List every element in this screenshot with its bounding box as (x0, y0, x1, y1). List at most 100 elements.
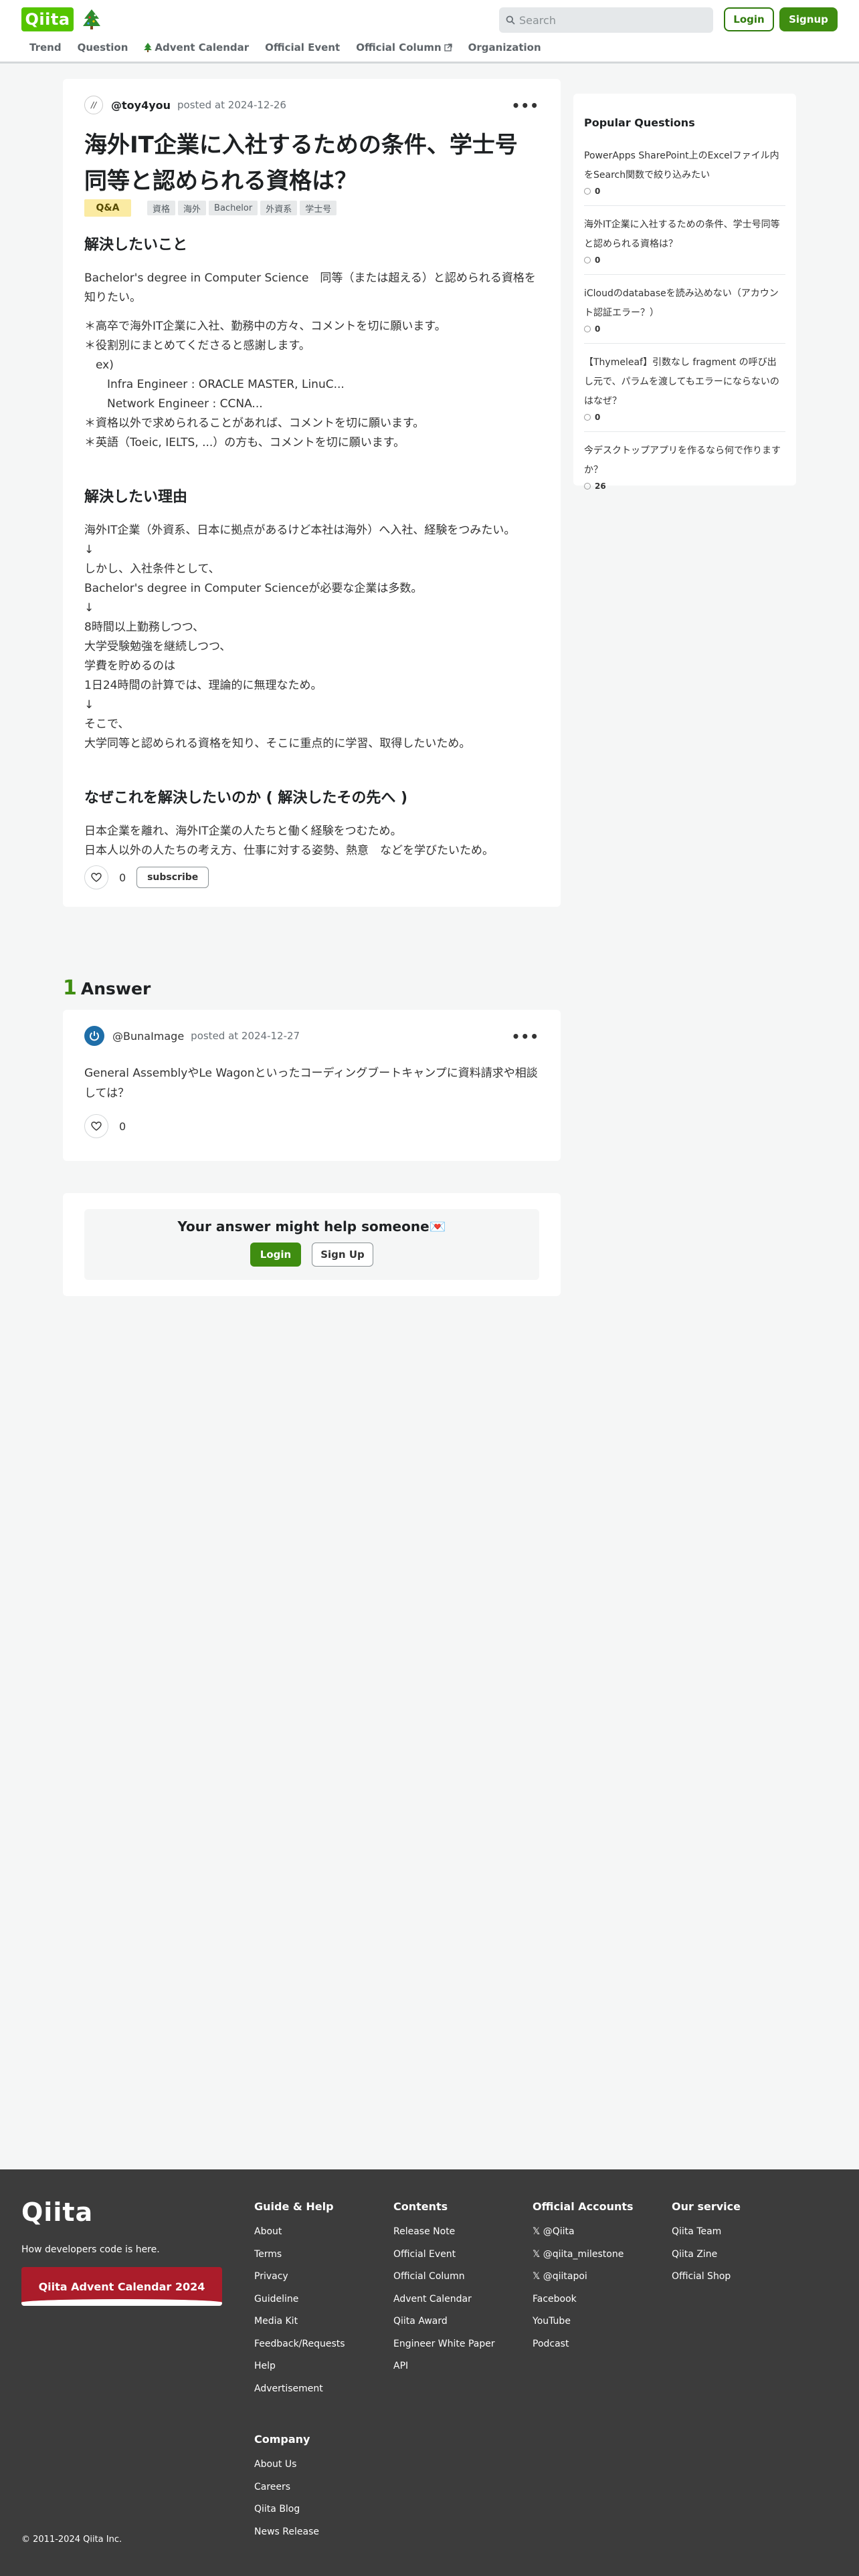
login-button[interactable]: Login (250, 1243, 301, 1267)
answer-count: 1 (63, 976, 77, 1000)
footer-link-x[interactable]: 𝕏 @Qiita (533, 2221, 634, 2244)
body-line: ↓ (84, 601, 94, 615)
footer-link[interactable]: Advent Calendar (393, 2288, 495, 2311)
author-name[interactable]: @BunaImage (112, 1030, 184, 1043)
avatar[interactable]: // (84, 96, 103, 114)
popular-question-item[interactable]: iCloudのdatabaseを読み込めない（アカウント認証エラー？） 0 (584, 275, 785, 344)
subscribe-button[interactable]: subscribe (136, 867, 209, 888)
footer-link[interactable]: API (393, 2355, 495, 2378)
qiita-logo[interactable]: Qiita (21, 7, 74, 31)
popular-question-item[interactable]: 今デスクトップアプリを作るなら何で作りますか？ 26 (584, 432, 785, 500)
footer-link[interactable]: Podcast (533, 2333, 634, 2356)
popular-question-item[interactable]: 海外IT企業に入社するための条件、学士号同等と認められる資格は？ 0 (584, 206, 785, 275)
footer-link[interactable]: Media Kit (254, 2311, 345, 2333)
power-icon (90, 1031, 99, 1041)
search-bar[interactable] (499, 7, 713, 33)
copyright: © 2011-2024 Qiita Inc. (21, 2535, 122, 2545)
footer-link[interactable]: Advertisement (254, 2378, 345, 2401)
answers-heading: 1 Answer (63, 976, 151, 1000)
footer-link[interactable]: Official Column (393, 2266, 495, 2288)
tag[interactable]: 資格 (147, 201, 176, 215)
footer-link[interactable]: Qiita Zine (672, 2244, 741, 2266)
paragraph: Bachelor's degree in Computer Science 同等… (84, 269, 539, 308)
popular-question-item[interactable]: PowerApps SharePoint上のExcelファイル内をSearch関… (584, 137, 785, 206)
footer-column-title: Guide & Help (254, 2200, 334, 2213)
footer-link[interactable]: Official Event (393, 2244, 495, 2266)
footer-link[interactable]: Facebook (533, 2288, 634, 2311)
search-input[interactable] (519, 13, 700, 27)
footer-link[interactable]: Help (254, 2355, 345, 2378)
popular-question-title[interactable]: iCloudのdatabaseを読み込めない（アカウント認証エラー？） (584, 284, 785, 323)
nav-organization-label: Organization (468, 41, 541, 53)
popular-question-title[interactable]: 海外IT企業に入社するための条件、学士号同等と認められる資格は？ (584, 215, 785, 254)
more-options-icon[interactable]: ••• (512, 1029, 539, 1045)
footer-link[interactable]: Privacy (254, 2266, 345, 2288)
footer-link[interactable]: Release Note (393, 2221, 495, 2244)
footer-link[interactable]: Guideline (254, 2288, 345, 2311)
footer-link[interactable]: Qiita Award (393, 2311, 495, 2333)
answer-cta-card: Your answer might help someone💌 Login Si… (63, 1193, 561, 1296)
footer-column-title: Company (254, 2433, 310, 2446)
like-button[interactable] (84, 1114, 108, 1138)
x-icon: 𝕏 (533, 2248, 543, 2260)
footer-link[interactable]: YouTube (533, 2311, 634, 2333)
more-options-icon[interactable]: ••• (512, 98, 539, 114)
footer-link[interactable]: Engineer White Paper (393, 2333, 495, 2356)
nav-advent-calendar[interactable]: Advent Calendar (144, 41, 249, 53)
footer-logo[interactable]: Qiita (21, 2197, 93, 2227)
footer-link-label: @qiita_milestone (543, 2248, 624, 2260)
tag[interactable]: 外資系 (260, 201, 298, 215)
body-line: 大学同等と認められる資格を知り、そこに重点的に学習、取得したいため。 (84, 737, 471, 750)
answer-body: General AssemblyやLe Wagonといったコーディングブートキャ… (84, 1067, 538, 1100)
nav-official-column[interactable]: Official Column (356, 41, 452, 53)
body-line: Bachelor's degree in Computer Scienceが必要… (84, 582, 423, 595)
footer-link[interactable]: About (254, 2221, 345, 2244)
nav-official-column-label: Official Column (356, 41, 442, 53)
footer-link-x[interactable]: 𝕏 @qiitapoi (533, 2266, 634, 2288)
footer-column-contents: Contents Release Note Official Event Off… (393, 2200, 495, 2378)
comment-icon (584, 483, 591, 490)
banner-text: Qiita Advent Calendar 2024 (38, 2280, 205, 2293)
christmas-tree-icon[interactable] (82, 8, 102, 31)
signup-button[interactable]: Signup (779, 7, 838, 31)
answer-author-row: @BunaImage posted at 2024-12-27 ••• (84, 1026, 539, 1046)
footer-link[interactable]: About Us (254, 2454, 319, 2476)
body-line: Infra Engineer : ORACLE MASTER, LinuC... (84, 378, 345, 391)
external-link-icon (444, 43, 452, 51)
like-button[interactable] (84, 865, 108, 889)
footer-link-label: @Qiita (543, 2226, 575, 2237)
nav-trend[interactable]: Trend (29, 41, 62, 53)
avatar[interactable] (84, 1026, 104, 1046)
popular-question-title[interactable]: PowerApps SharePoint上のExcelファイル内をSearch関… (584, 146, 785, 185)
comment-icon (584, 257, 591, 263)
nav-organization[interactable]: Organization (468, 41, 541, 53)
tag[interactable]: 学士号 (300, 201, 337, 215)
login-button[interactable]: Login (724, 7, 774, 31)
footer-link[interactable]: Feedback/Requests (254, 2333, 345, 2356)
footer-link[interactable]: Official Shop (672, 2266, 741, 2288)
footer-link[interactable]: Terms (254, 2244, 345, 2266)
tag[interactable]: Bachelor (209, 201, 258, 215)
tag[interactable]: 海外 (178, 201, 207, 215)
body-line: 日本人以外の人たちの考え方、仕事に対する姿勢、熱意 などを学びたいため。 (84, 844, 494, 857)
body-line: 8時間以上勤務しつつ、 (84, 621, 205, 634)
footer-link-x[interactable]: 𝕏 @qiita_milestone (533, 2244, 634, 2266)
footer-link[interactable]: Careers (254, 2476, 319, 2499)
popular-question-item[interactable]: 【Thymeleaf】引数なし fragment の呼び出し元で、パラムを渡して… (584, 344, 785, 432)
advent-calendar-banner[interactable]: Qiita Advent Calendar 2024 (21, 2267, 222, 2306)
footer-link[interactable]: News Release (254, 2521, 319, 2544)
signup-button[interactable]: Sign Up (312, 1243, 373, 1267)
footer-link[interactable]: Qiita Team (672, 2221, 741, 2244)
answer-reactions: 0 (84, 1114, 126, 1138)
body-line: 学費を貯めるのは (84, 659, 175, 673)
popular-question-title[interactable]: 【Thymeleaf】引数なし fragment の呼び出し元で、パラムを渡して… (584, 353, 785, 411)
author-name[interactable]: @toy4you (111, 99, 171, 112)
sidebar-title: Popular Questions (584, 116, 695, 129)
x-icon: 𝕏 (533, 2226, 543, 2237)
nav-question[interactable]: Question (78, 41, 128, 53)
popular-question-title[interactable]: 今デスクトップアプリを作るなら何で作りますか？ (584, 441, 785, 480)
posted-date: posted at 2024-12-27 (191, 1030, 300, 1042)
nav-official-event[interactable]: Official Event (265, 41, 340, 53)
footer-link[interactable]: Qiita Blog (254, 2498, 319, 2521)
comment-count: 26 (584, 481, 785, 491)
